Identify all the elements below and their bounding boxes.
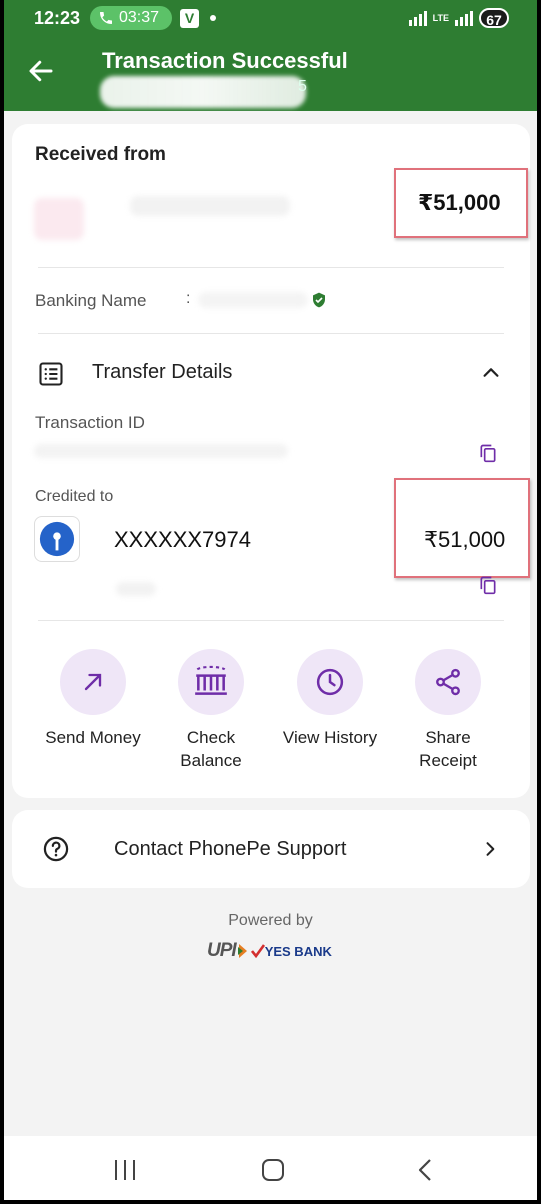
status-bar: 12:23 03:37 V LTE 67	[4, 0, 537, 36]
credited-account-number: XXXXXX7974	[114, 527, 251, 552]
check-balance-label: Check Balance	[180, 728, 242, 770]
support-label: Contact PhonePe Support	[114, 838, 347, 860]
transaction-card: Received from ₹51,000 Banking Name : Tra…	[12, 124, 530, 798]
banking-name-label: Banking Name	[35, 291, 147, 310]
battery-icon: 67	[479, 8, 509, 28]
status-right-group: LTE 67	[408, 8, 509, 28]
back-arrow-icon	[29, 60, 53, 82]
call-timer: 03:37	[119, 9, 160, 26]
verified-shield-icon	[313, 292, 325, 308]
share-receipt-circle	[415, 649, 481, 715]
bank-icon	[195, 665, 227, 695]
transfer-details-heading: Transfer Details	[92, 361, 233, 383]
home-icon[interactable]	[260, 1158, 286, 1182]
banking-name-separator: :	[186, 290, 191, 307]
upi-yesbank-logo: UPI YES BANK	[207, 940, 332, 962]
status-time: 12:23	[34, 8, 81, 28]
send-money-circle	[60, 649, 126, 715]
send-money-label: Send Money	[45, 728, 141, 747]
view-history-label: View History	[282, 728, 378, 747]
view-history-circle	[297, 649, 363, 715]
transfer-details-toggle[interactable]: Transfer Details	[12, 350, 530, 396]
system-back-icon[interactable]	[414, 1158, 436, 1182]
copy-transaction-id-icon[interactable]	[478, 442, 498, 464]
divider	[38, 333, 504, 334]
signal-icon	[408, 10, 427, 26]
transaction-id-label: Transaction ID	[35, 413, 145, 432]
redacted-timestamp	[100, 76, 306, 108]
redacted-sender-name	[130, 196, 290, 216]
powered-by-label: Powered by	[228, 912, 313, 929]
chevron-up-icon	[483, 368, 499, 377]
yes-bank-check-icon	[250, 944, 265, 958]
upi-arrow-icon	[237, 944, 247, 958]
app-notification-icon: V	[180, 9, 199, 28]
clock-icon	[316, 668, 344, 696]
bank-logo-icon	[34, 516, 80, 562]
help-circle-icon	[43, 836, 69, 862]
system-nav-bar	[4, 1136, 537, 1200]
header-subtitle-tail: 5	[298, 78, 307, 95]
page-title: Transaction Successful	[102, 48, 348, 73]
credited-amount: ₹51,000	[424, 527, 506, 552]
check-balance-circle	[178, 649, 244, 715]
phone-screen: 12:23 03:37 V LTE 67 Transaction Success…	[4, 0, 537, 1200]
redacted-transaction-id	[34, 444, 288, 458]
support-row[interactable]: Contact PhonePe Support	[12, 810, 530, 888]
receipt-list-icon	[39, 362, 63, 386]
redacted-banking-name	[198, 292, 308, 308]
copy-account-icon[interactable]	[478, 574, 498, 596]
received-amount: ₹51,000	[418, 190, 501, 215]
chevron-right-icon	[486, 842, 495, 856]
recent-apps-icon[interactable]	[112, 1158, 138, 1182]
signal-icon-2	[455, 10, 473, 26]
share-icon	[436, 668, 460, 696]
divider	[38, 620, 504, 621]
arrow-up-right-icon	[84, 673, 102, 691]
share-receipt-label: Share Receipt	[419, 728, 477, 770]
yes-bank-logo: YES BANK	[264, 943, 332, 959]
notification-dot-icon	[210, 15, 216, 21]
phone-icon	[100, 12, 112, 24]
back-button[interactable]	[26, 56, 56, 86]
network-type: LTE	[432, 12, 449, 23]
ongoing-call-chip[interactable]: 03:37	[90, 6, 172, 30]
redacted-bank-name	[116, 582, 156, 596]
upi-logo: UPI	[207, 940, 237, 961]
received-from-heading: Received from	[35, 144, 166, 165]
sender-avatar	[34, 198, 84, 240]
credited-to-label: Credited to	[35, 488, 114, 505]
divider	[38, 267, 504, 268]
app-header: Transaction Successful 5	[4, 36, 537, 111]
